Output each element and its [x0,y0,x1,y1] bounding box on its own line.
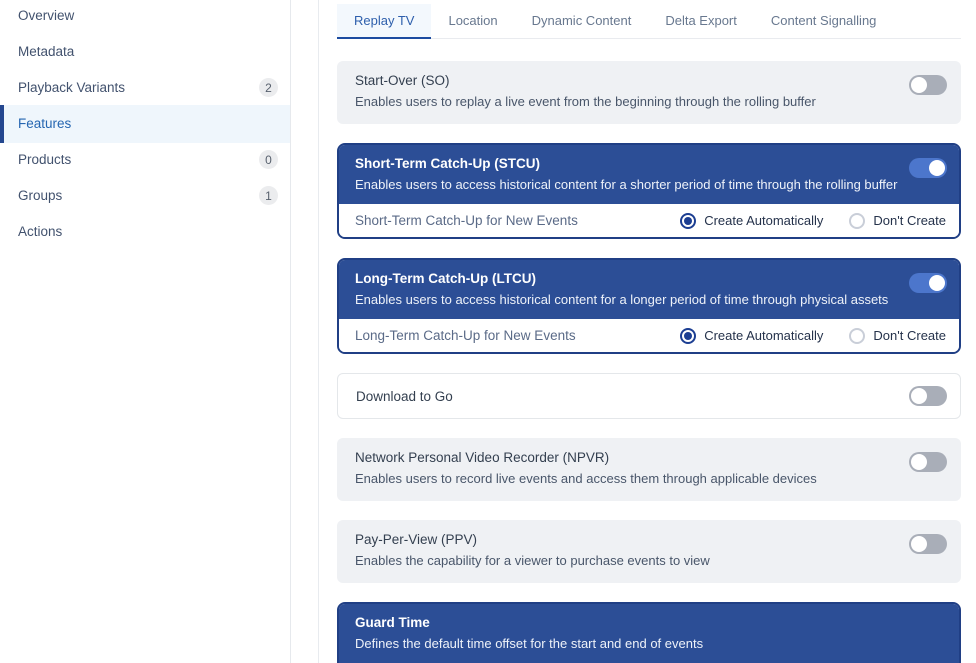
ltcu-toggle[interactable] [909,273,947,293]
sidebar-item-label: Metadata [18,44,74,59]
feature-description: Enables users to replay a live event fro… [355,94,816,109]
radio-label: Don't Create [873,328,946,343]
feature-description: Enables users to access historical conte… [355,177,897,192]
count-badge: 2 [259,78,278,97]
radio-label: Create Automatically [704,213,823,228]
feature-card-guard-time: Guard Time Defines the default time offs… [337,602,961,663]
sidebar-item-label: Products [18,152,71,167]
radio-icon[interactable] [680,213,696,229]
feature-title: Start-Over (SO) [355,73,816,88]
tab-dynamic-content[interactable]: Dynamic Content [515,4,649,38]
download-to-go-toggle[interactable] [909,386,947,406]
ppv-toggle[interactable] [909,534,947,554]
sidebar-item-products[interactable]: Products 0 [0,141,290,179]
ltcu-subrow: Long-Term Catch-Up for New Events Create… [339,319,959,352]
sidebar-item-playback-variants[interactable]: Playback Variants 2 [0,69,290,107]
feature-text: Short-Term Catch-Up (STCU) Enables users… [355,156,897,192]
feature-card-stcu: Short-Term Catch-Up (STCU) Enables users… [337,143,961,239]
subrow-label: Long-Term Catch-Up for New Events [355,328,576,343]
sidebar-item-metadata[interactable]: Metadata [0,33,290,71]
feature-description: Defines the default time offset for the … [355,636,703,651]
feature-text: Network Personal Video Recorder (NPVR) E… [355,450,817,486]
feature-title: Pay-Per-View (PPV) [355,532,710,547]
sidebar-item-features[interactable]: Features [0,105,290,143]
feature-text: Start-Over (SO) Enables users to replay … [355,73,816,109]
feature-card-npvr: Network Personal Video Recorder (NPVR) E… [337,438,961,501]
main-panel: Replay TV Location Dynamic Content Delta… [319,0,976,663]
feature-card-ppv: Pay-Per-View (PPV) Enables the capabilit… [337,520,961,583]
app-window: Overview Metadata Playback Variants 2 Fe… [0,0,976,663]
ltcu-radio-group: Create Automatically Don't Create [680,328,946,344]
feature-text: Guard Time Defines the default time offs… [355,615,703,651]
feature-card-download-to-go: Download to Go [337,373,961,419]
feature-title: Long-Term Catch-Up (LTCU) [355,271,888,286]
start-over-toggle[interactable] [909,75,947,95]
npvr-toggle[interactable] [909,452,947,472]
feature-description: Enables the capability for a viewer to p… [355,553,710,568]
radio-create-automatically[interactable]: Create Automatically [680,213,823,229]
radio-icon[interactable] [680,328,696,344]
radio-create-automatically[interactable]: Create Automatically [680,328,823,344]
stcu-radio-group: Create Automatically Don't Create [680,213,946,229]
stcu-subrow: Short-Term Catch-Up for New Events Creat… [339,204,959,237]
radio-dont-create[interactable]: Don't Create [849,213,946,229]
tab-replay-tv[interactable]: Replay TV [337,4,431,39]
sidebar-item-overview[interactable]: Overview [0,0,290,35]
radio-icon[interactable] [849,328,865,344]
feature-card-start-over: Start-Over (SO) Enables users to replay … [337,61,961,124]
feature-title: Download to Go [356,389,453,404]
feature-title: Guard Time [355,615,703,630]
radio-label: Don't Create [873,213,946,228]
feature-description: Enables users to record live events and … [355,471,817,486]
stcu-header: Short-Term Catch-Up (STCU) Enables users… [339,145,959,204]
sidebar-item-actions[interactable]: Actions [0,213,290,251]
feature-text: Long-Term Catch-Up (LTCU) Enables users … [355,271,888,307]
radio-dont-create[interactable]: Don't Create [849,328,946,344]
ltcu-header: Long-Term Catch-Up (LTCU) Enables users … [339,260,959,319]
subrow-label: Short-Term Catch-Up for New Events [355,213,578,228]
sidebar: Overview Metadata Playback Variants 2 Fe… [0,0,291,663]
feature-card-ltcu: Long-Term Catch-Up (LTCU) Enables users … [337,258,961,354]
guard-time-header: Guard Time Defines the default time offs… [339,604,959,663]
sidebar-item-label: Overview [18,8,74,23]
feature-card-list: Start-Over (SO) Enables users to replay … [337,61,961,663]
sidebar-item-label: Groups [18,188,62,203]
count-badge: 0 [259,150,278,169]
tab-location[interactable]: Location [431,4,514,38]
feature-text: Pay-Per-View (PPV) Enables the capabilit… [355,532,710,568]
feature-description: Enables users to access historical conte… [355,292,888,307]
stcu-toggle[interactable] [909,158,947,178]
sidebar-item-label: Actions [18,224,62,239]
radio-icon[interactable] [849,213,865,229]
tab-bar: Replay TV Location Dynamic Content Delta… [337,4,961,39]
sidebar-item-groups[interactable]: Groups 1 [0,177,290,215]
sidebar-item-label: Features [18,116,71,131]
count-badge: 1 [259,186,278,205]
feature-title: Network Personal Video Recorder (NPVR) [355,450,817,465]
feature-title: Short-Term Catch-Up (STCU) [355,156,897,171]
radio-label: Create Automatically [704,328,823,343]
sidebar-item-label: Playback Variants [18,80,125,95]
tab-delta-export[interactable]: Delta Export [648,4,754,38]
tab-content-signalling[interactable]: Content Signalling [754,4,894,38]
